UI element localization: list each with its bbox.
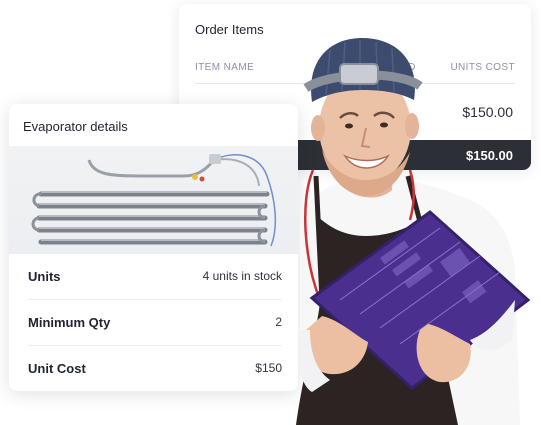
evaporator-image	[9, 146, 298, 254]
evaporator-details-card: Evaporator details Units 4 units in stoc…	[9, 104, 298, 391]
column-header-units-cost: UNITS COST	[450, 62, 515, 73]
apron	[296, 215, 458, 425]
detail-label: Units	[28, 269, 61, 284]
circuit-board	[309, 210, 531, 390]
detail-value: $150	[255, 361, 282, 375]
evaporator-details-title: Evaporator details	[23, 119, 128, 134]
detail-row-minimum-qty: Minimum Qty 2	[28, 300, 282, 346]
column-header-partial: ED	[401, 62, 416, 73]
order-items-title: Order Items	[195, 22, 264, 37]
detail-value: 4 units in stock	[202, 269, 282, 283]
order-item-price: $150.00	[462, 104, 513, 120]
detail-label: Minimum Qty	[28, 315, 111, 330]
detail-value: 2	[275, 315, 282, 329]
detail-label: Unit Cost	[28, 361, 86, 376]
order-total-value: $150.00	[466, 148, 513, 163]
detail-row-units: Units 4 units in stock	[28, 254, 282, 300]
order-items-header: ITEM NAME ED UNITS COST	[195, 56, 515, 84]
column-header-item-name: ITEM NAME	[195, 62, 255, 73]
detail-row-unit-cost: Unit Cost $150	[28, 346, 282, 391]
evaporator-coil-picture	[31, 154, 277, 247]
